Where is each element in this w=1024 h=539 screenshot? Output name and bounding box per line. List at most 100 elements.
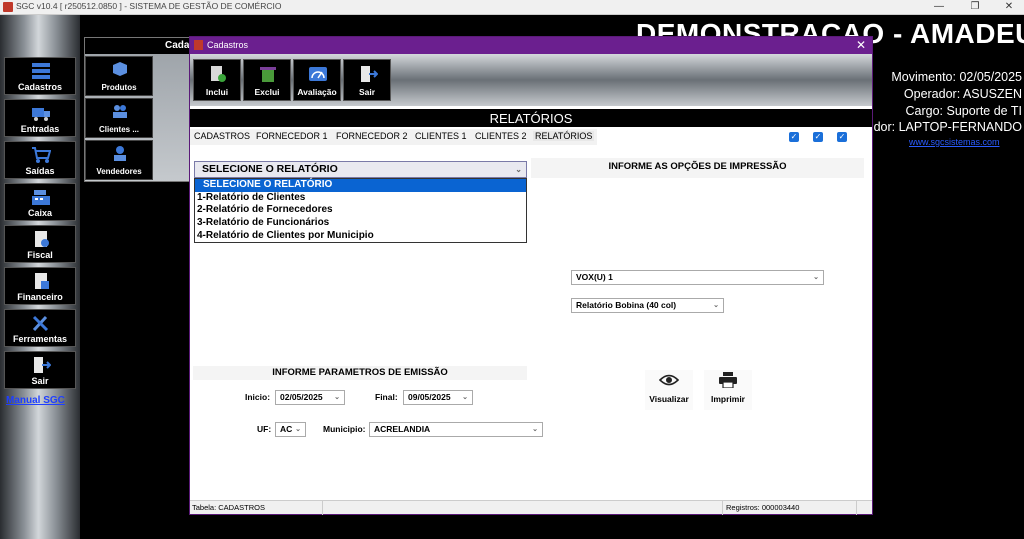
- close-window-button[interactable]: ✕: [994, 0, 1024, 15]
- maximize-button[interactable]: ❐: [960, 0, 990, 15]
- uf-select[interactable]: AC ⌄: [275, 422, 306, 437]
- exit-door-icon: [361, 66, 378, 82]
- cart-icon: [32, 147, 51, 163]
- sair-button[interactable]: Sair: [343, 59, 391, 101]
- dialog-close-button[interactable]: ✕: [856, 38, 866, 52]
- inicio-date-field[interactable]: 02/05/2025 ⌄: [275, 390, 345, 405]
- sidebar-item-caixa[interactable]: Caixa: [4, 183, 76, 221]
- app-logo-icon: [194, 40, 203, 50]
- final-date-field[interactable]: 09/05/2025 ⌄: [403, 390, 473, 405]
- inicio-label: Inicio:: [245, 392, 271, 402]
- dropdown-option[interactable]: SELECIONE O RELATÓRIO: [195, 179, 526, 192]
- cadastros-dialog: Cadastros ✕ Inclui Exclui Avaliação Sair…: [189, 36, 873, 515]
- visualizar-button[interactable]: Visualizar: [645, 370, 693, 410]
- sidebar-item-label: Fiscal: [27, 250, 53, 260]
- print-options-title: INFORME AS OPÇÕES DE IMPRESSÃO: [531, 158, 864, 178]
- sidebar-item-ferramentas[interactable]: Ferramentas: [4, 309, 76, 347]
- website-link[interactable]: www.sgcsistemas.com: [909, 137, 1000, 147]
- submenu-item-label: Produtos: [101, 83, 137, 92]
- inclui-button[interactable]: Inclui: [193, 59, 241, 101]
- tab-clientes-1[interactable]: CLIENTES 1: [415, 131, 467, 141]
- finance-document-icon: [35, 273, 49, 289]
- submenu-item-produtos[interactable]: Produtos: [85, 56, 153, 96]
- tab-bar-filler: [597, 129, 872, 145]
- sidebar-item-label: Cadastros: [17, 82, 62, 92]
- app-logo-icon: [3, 2, 13, 12]
- option-checkbox[interactable]: ✓: [837, 132, 847, 142]
- submenu-item-vendedores[interactable]: Vendedores: [85, 140, 153, 180]
- computador-label: dor: LAPTOP-FERNANDO: [873, 120, 1022, 134]
- box-icon: [113, 62, 127, 76]
- exit-door-icon: [34, 357, 51, 373]
- add-document-icon: [211, 66, 226, 82]
- sidebar-item-financeiro[interactable]: Financeiro: [4, 267, 76, 305]
- sidebar-item-fiscal[interactable]: Fiscal: [4, 225, 76, 263]
- final-label: Final:: [375, 392, 398, 402]
- sidebar-item-label: Entradas: [20, 124, 60, 134]
- database-icon: [32, 63, 50, 79]
- municipio-select[interactable]: ACRELANDIA ⌄: [369, 422, 543, 437]
- final-date-value: 09/05/2025: [408, 392, 451, 402]
- report-format-select[interactable]: Relatório Bobina (40 col) ⌄: [571, 298, 724, 313]
- chevron-down-icon: ⌄: [813, 274, 819, 281]
- printer-select-value: VOX(U) 1: [576, 272, 613, 282]
- avaliacao-button[interactable]: Avaliação: [293, 59, 341, 101]
- dialog-titlebar: Cadastros ✕: [190, 37, 872, 54]
- printer-select[interactable]: VOX(U) 1 ⌄: [571, 270, 824, 285]
- seller-icon: [114, 146, 126, 161]
- report-format-value: Relatório Bobina (40 col): [576, 300, 677, 310]
- movimento-label: Movimento: 02/05/2025: [891, 70, 1022, 84]
- chevron-down-icon: ⌄: [334, 394, 340, 401]
- toolbar-label: Inclui: [205, 87, 229, 97]
- tab-clientes-2[interactable]: CLIENTES 2: [475, 131, 527, 141]
- sidebar-item-entradas[interactable]: Entradas: [4, 99, 76, 137]
- action-label: Imprimir: [710, 394, 745, 404]
- toolbar-label: Avaliação: [297, 87, 337, 97]
- inicio-date-value: 02/05/2025: [280, 392, 323, 402]
- minimize-button[interactable]: —: [924, 0, 954, 15]
- dropdown-option[interactable]: 1-Relatório de Clientes: [195, 192, 526, 205]
- report-select[interactable]: SELECIONE O RELATÓRIO ⌄: [194, 161, 527, 178]
- municipio-select-value: ACRELANDIA: [374, 424, 431, 434]
- cargo-label: Cargo: Suporte de TI: [905, 104, 1022, 118]
- submenu-item-label: Clientes ...: [98, 125, 139, 134]
- chevron-down-icon: ⌄: [515, 165, 522, 174]
- toolbar-label: Sair: [358, 87, 376, 97]
- toolbar-label: Exclui: [254, 87, 280, 97]
- status-spacer: [323, 501, 723, 515]
- uf-label: UF:: [257, 424, 272, 434]
- tools-icon: [32, 315, 49, 332]
- tab-fornecedor-2[interactable]: FORNECEDOR 2: [336, 131, 408, 141]
- option-checkbox[interactable]: ✓: [789, 132, 799, 142]
- dialog-toolbar: Inclui Exclui Avaliação Sair: [190, 54, 872, 106]
- action-label: Visualizar: [649, 394, 689, 404]
- uf-select-value: AC: [280, 424, 293, 434]
- submenu-item-clientes[interactable]: Clientes ...: [85, 98, 153, 138]
- status-registros: Registros: 000003440: [723, 501, 857, 515]
- option-checkbox[interactable]: ✓: [813, 132, 823, 142]
- sidebar-item-saidas[interactable]: Saídas: [4, 141, 76, 179]
- manual-sgc-link[interactable]: Manual SGC: [6, 395, 65, 406]
- sidebar-item-label: Financeiro: [17, 292, 63, 302]
- municipio-label: Municipio:: [323, 424, 366, 434]
- tab-bar: CADASTROS FORNECEDOR 1 FORNECEDOR 2 CLIE…: [190, 129, 872, 145]
- imprimir-button[interactable]: Imprimir: [704, 370, 752, 410]
- status-tabela: Tabela: CADASTROS: [190, 501, 323, 515]
- tab-fornecedor-1[interactable]: FORNECEDOR 1: [256, 131, 328, 141]
- dropdown-option[interactable]: 2-Relatório de Fornecedores: [195, 204, 526, 217]
- dropdown-option[interactable]: 3-Relatório de Funcionários: [195, 217, 526, 230]
- tab-relatorios[interactable]: RELATÓRIOS: [533, 131, 595, 141]
- dropdown-option[interactable]: 4-Relatório de Clientes por Municipio: [195, 230, 526, 243]
- sidebar-item-cadastros[interactable]: Cadastros: [4, 57, 76, 95]
- tab-cadastros[interactable]: CADASTROS: [194, 131, 250, 141]
- os-titlebar: SGC v10.4 [ r250512.0850 ] - SISTEMA DE …: [0, 0, 1024, 15]
- sidebar-item-label: Saídas: [25, 166, 55, 176]
- chevron-down-icon: ⌄: [462, 394, 468, 401]
- dialog-title: Cadastros: [207, 40, 249, 50]
- sidebar-item-label: Caixa: [27, 208, 53, 218]
- exclui-button[interactable]: Exclui: [243, 59, 291, 101]
- chevron-down-icon: ⌄: [713, 302, 719, 309]
- sidebar-item-sair[interactable]: Sair: [4, 351, 76, 389]
- report-select-value: SELECIONE O RELATÓRIO: [202, 163, 338, 175]
- operador-label: Operador: ASUSZEN: [903, 87, 1022, 101]
